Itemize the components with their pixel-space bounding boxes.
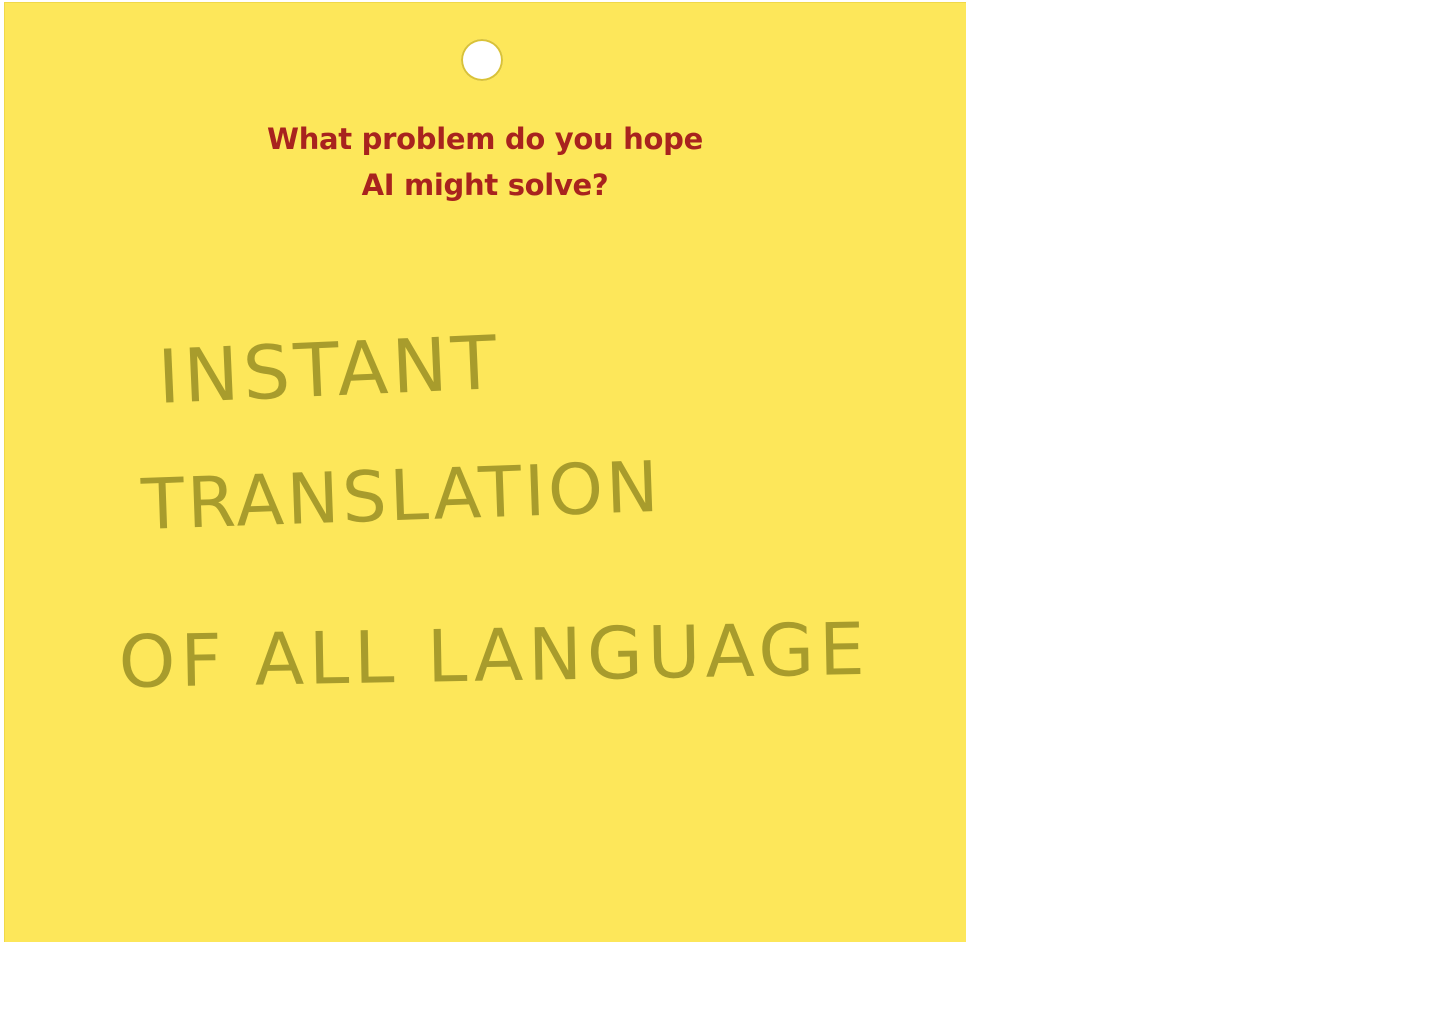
answer-line-2: TRANSLATION [140,445,663,546]
answer-line-1: INSTANT [156,320,503,421]
scanned-page: What problem do you hope AI might solve?… [0,0,1432,1010]
yellow-question-card: What problem do you hope AI might solve?… [4,2,966,942]
answer-line-3: OF ALL LANGUAGE [118,606,871,704]
handwritten-answer: INSTANT TRANSLATION OF ALL LANGUAGE [4,2,966,942]
